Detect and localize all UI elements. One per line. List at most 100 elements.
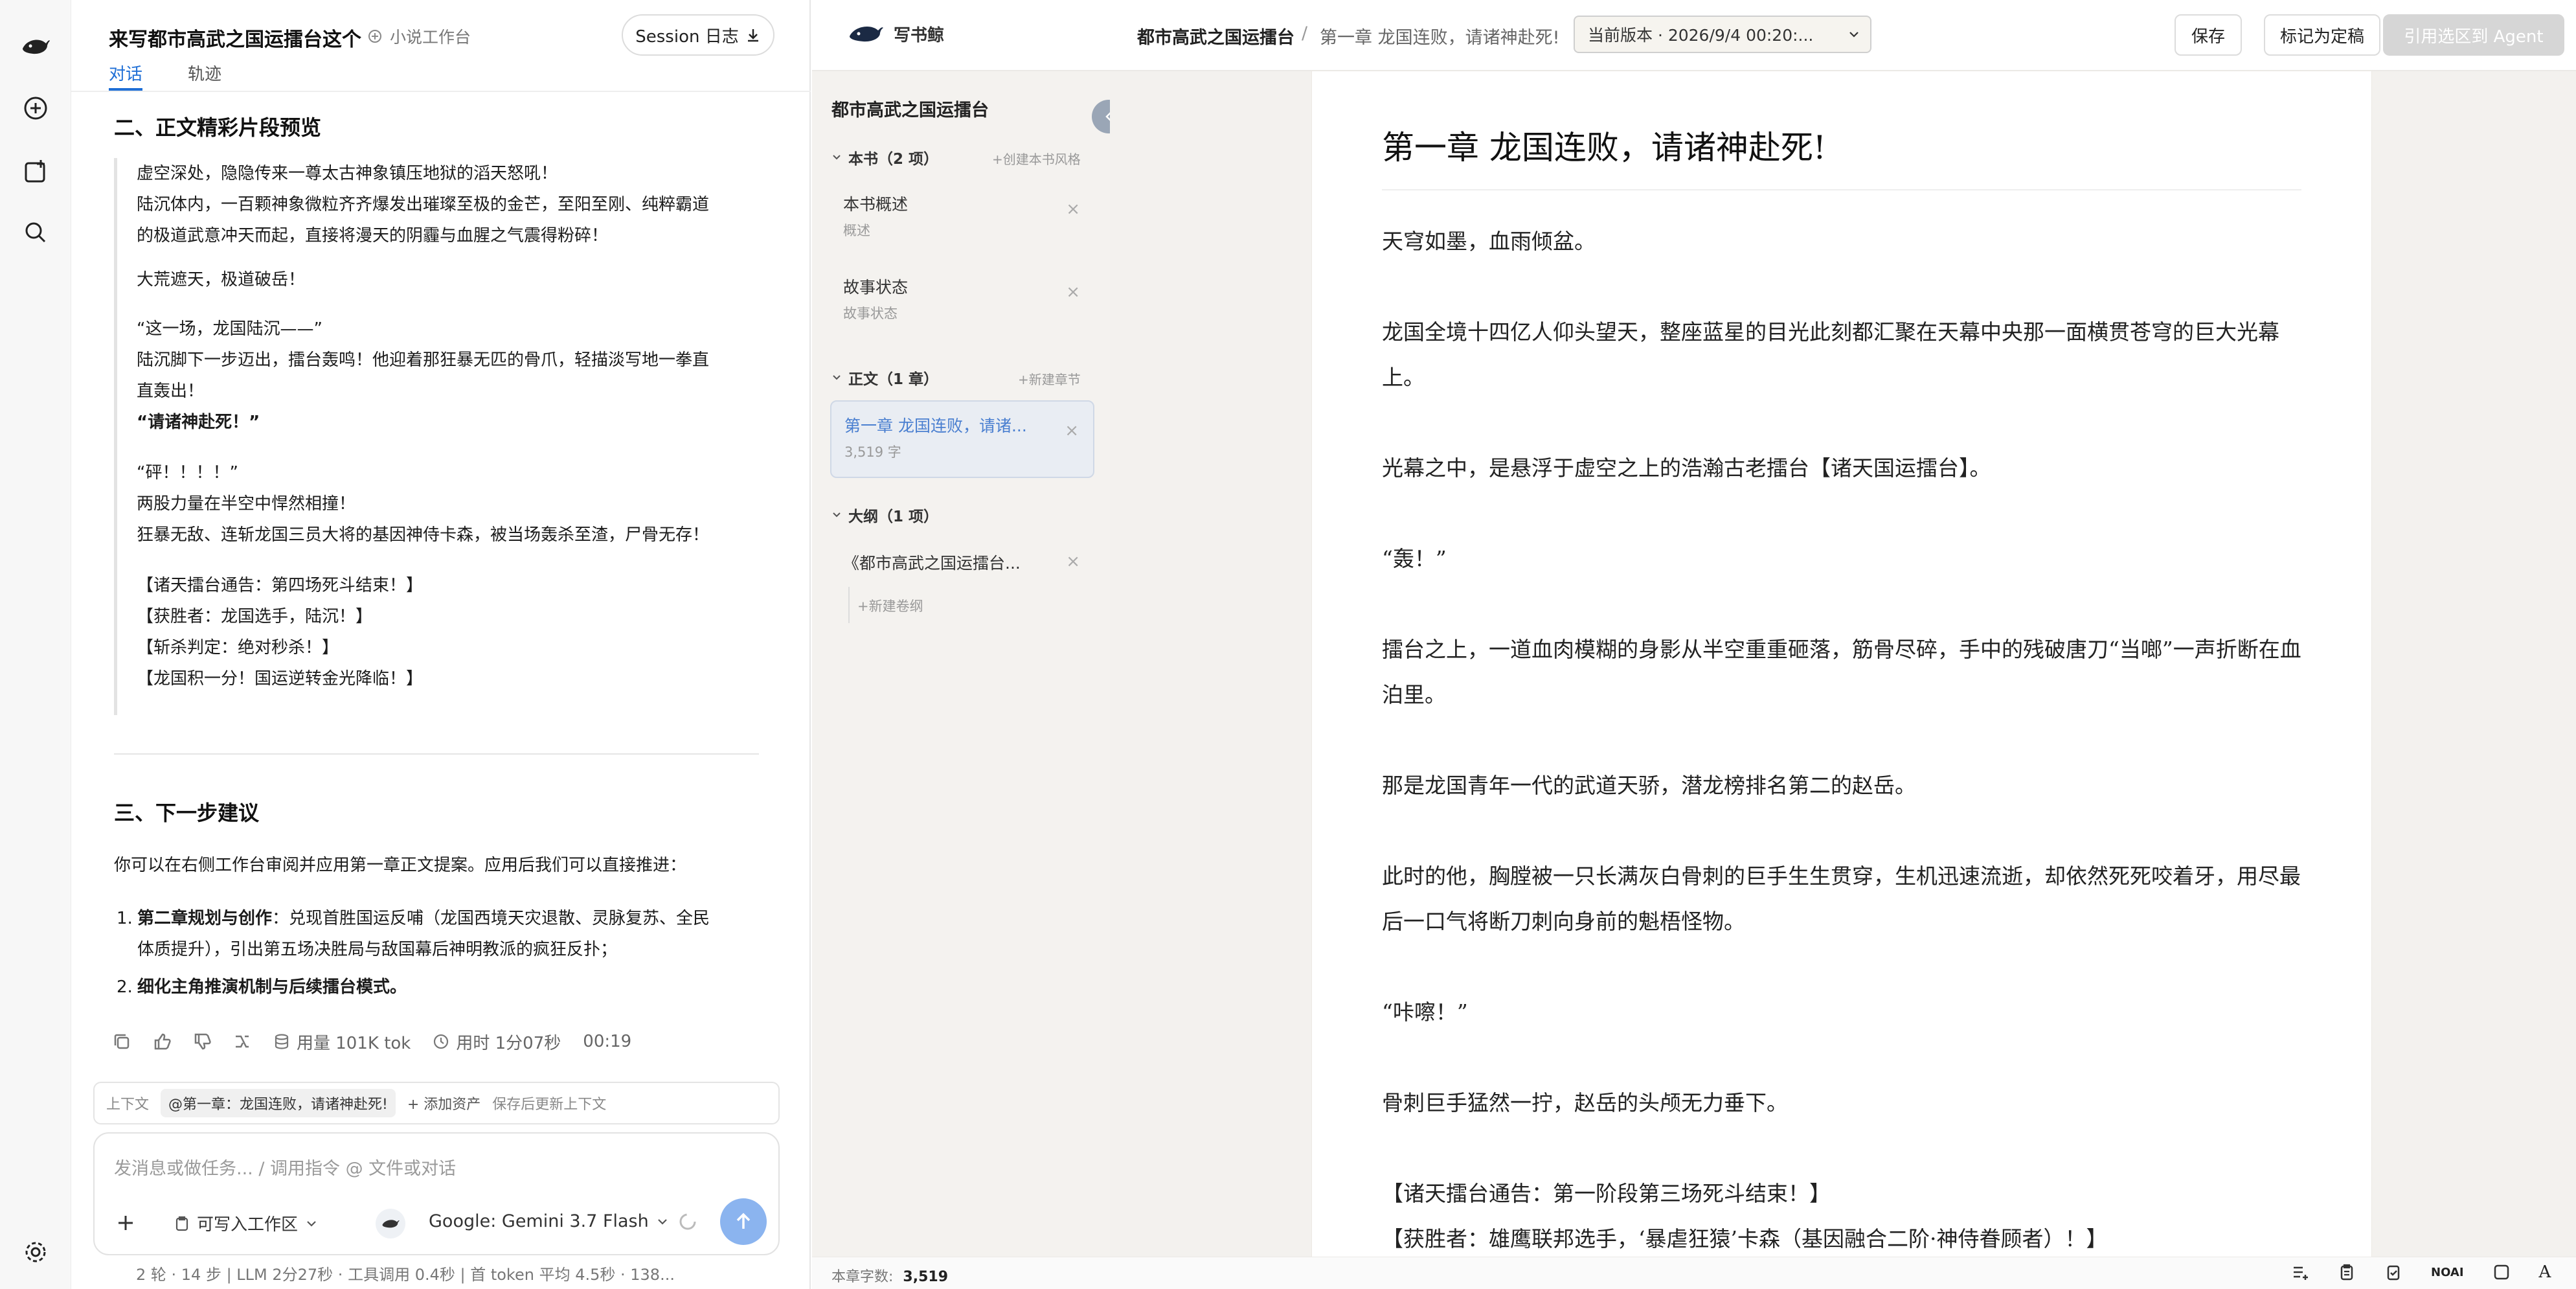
search-icon[interactable] bbox=[18, 215, 53, 250]
tree-line bbox=[848, 587, 850, 623]
new-volume-link[interactable]: +新建卷纲 bbox=[857, 596, 923, 615]
chapter-paragraph[interactable]: “轰！” bbox=[1382, 536, 2301, 582]
timestamp: 00:19 bbox=[583, 1032, 632, 1051]
chapter-paragraph[interactable]: 天穹如墨，血雨倾盆。 bbox=[1382, 219, 2301, 264]
list-number: 2. bbox=[117, 977, 133, 997]
mark-final-button[interactable]: 标记为定稿 bbox=[2264, 14, 2380, 56]
chevron-down-icon bbox=[833, 375, 841, 380]
close-icon[interactable]: × bbox=[1065, 421, 1079, 440]
word-count-label: 本章字数: bbox=[831, 1269, 894, 1285]
run-status-bar: 2 轮 · 14 步 | LLM 2分27秒 · 工具调用 0.4秒 | 首 t… bbox=[136, 1266, 675, 1284]
list-format-icon[interactable] bbox=[2291, 1263, 2309, 1281]
close-icon[interactable]: × bbox=[1066, 552, 1080, 571]
quote-line: 大荒遮天，极道破岳！ bbox=[137, 270, 306, 290]
context-bar: 上下文 @第一章：龙国连败，请诸神赴死! + 添加资产 保存后更新上下文 bbox=[93, 1082, 780, 1124]
quote-line: 的极道武意冲天而起，直接将漫天的阴霾与血腥之气震得粉碎！ bbox=[137, 226, 609, 245]
chevron-down-icon bbox=[833, 512, 841, 518]
chapter-paragraph[interactable]: 擂台之上，一道血肉模糊的身影从半空重重砸落，筋骨尽碎，手中的残破唐刀“当啷”一声… bbox=[1382, 627, 2301, 718]
noai-toggle[interactable]: NOAI bbox=[2431, 1266, 2464, 1279]
session-log-button[interactable]: Session 日志 bbox=[622, 14, 774, 56]
list-item-2: 细化主角推演机制与后续擂台模式。 bbox=[137, 977, 407, 997]
section3-heading: 三、下一步建议 bbox=[114, 801, 260, 825]
chapter-paragraph[interactable]: 骨刺巨手猛然一拧，赵岳的头颅无力垂下。 bbox=[1382, 1080, 2301, 1126]
chapter-paragraph[interactable]: 龙国全境十四亿人仰头望天，整座蓝星的目光此刻都汇聚在天幕中央那一面横贯苍穹的巨大… bbox=[1382, 310, 2301, 400]
thumbs-down-icon[interactable] bbox=[193, 1032, 211, 1051]
loading-spinner-icon bbox=[677, 1211, 698, 1232]
excerpt-quote-block: 虚空深处，隐隐传来一尊太古神象镇压地狱的滔天怒吼！ 陆沉体内，一百颗神象微粒齐齐… bbox=[114, 158, 762, 715]
new-chat-icon[interactable] bbox=[18, 91, 53, 126]
outline-item-overview[interactable]: 本书概述 概述 × bbox=[830, 180, 1094, 251]
thumbs-up-icon[interactable] bbox=[153, 1032, 171, 1051]
elapsed-text: 用时 1分07秒 bbox=[456, 1033, 561, 1053]
usage-text: 用量 101K tok bbox=[297, 1033, 411, 1053]
composer-input[interactable]: 发消息或做任务... / 调用指令 @ 文件或对话 bbox=[114, 1154, 456, 1180]
word-count-value: 3,519 bbox=[903, 1269, 949, 1285]
plus-icon bbox=[119, 1216, 133, 1230]
version-select[interactable]: 当前版本 · 2026/9/4 00:20:... bbox=[1574, 16, 1871, 53]
whale-logo-icon[interactable] bbox=[18, 29, 53, 63]
item-title: 第一章 龙国连败，请诸... bbox=[844, 416, 1027, 435]
workspace-icon bbox=[368, 30, 381, 43]
chapter-paragraph[interactable]: 【诸天擂台通告：第一阶段第三场死斗结束！】 bbox=[1382, 1171, 2301, 1216]
outline-item-chapter-1[interactable]: 第一章 龙国连败，请诸... 3,519 字 × bbox=[830, 400, 1094, 478]
attach-plus-button[interactable] bbox=[109, 1206, 142, 1240]
branch-icon[interactable] bbox=[233, 1032, 251, 1051]
agent-avatar[interactable] bbox=[376, 1209, 405, 1238]
writable-workspace-toggle[interactable]: 可写入工作区 bbox=[174, 1211, 319, 1235]
quote-line: “这一场，龙国陆沉——” bbox=[137, 319, 322, 339]
chapter-paragraph[interactable]: 此时的他，胸膛被一只长满灰白骨刺的巨手生生贯穿，生机迅速流逝，却依然死死咬着牙，… bbox=[1382, 854, 2301, 944]
close-icon[interactable]: × bbox=[1066, 200, 1080, 219]
section-divider bbox=[114, 753, 759, 755]
section-text-header[interactable]: 正文（1 章） bbox=[831, 367, 938, 389]
context-chip[interactable]: @第一章：龙国连败，请诸神赴死! bbox=[161, 1089, 396, 1117]
create-book-style-link[interactable]: +创建本书风格 bbox=[992, 149, 1081, 168]
save-button[interactable]: 保存 bbox=[2175, 14, 2242, 56]
quote-line-bold: “请诸神赴死！” bbox=[137, 413, 260, 432]
session-log-label: Session 日志 bbox=[635, 27, 739, 47]
chapter-page[interactable]: 第一章 龙国连败，请诸神赴死! 天穹如墨，血雨倾盆。 龙国全境十四亿人仰头望天，… bbox=[1312, 71, 2371, 1270]
close-icon[interactable]: × bbox=[1066, 282, 1080, 302]
workspace-tag-label: 小说工作台 bbox=[390, 28, 471, 47]
quote-selection-to-agent-button[interactable]: 引用选区到 Agent bbox=[2383, 14, 2564, 56]
editor-toolbar: 写书鲸 都市高武之国运擂台 / 第一章 龙国连败，请诸神赴死! 当前版本 · 2… bbox=[812, 0, 2576, 71]
section-outline-header[interactable]: 大纲（1 项） bbox=[831, 504, 938, 526]
brand-logo[interactable]: 写书鲸 bbox=[847, 21, 944, 47]
chapter-paragraph[interactable]: 光幕之中，是悬浮于虚空之上的浩瀚古老擂台【诸天国运擂台】。 bbox=[1382, 446, 2301, 491]
clipboard-icon[interactable] bbox=[2338, 1263, 2356, 1281]
tab-chat[interactable]: 对话 bbox=[109, 61, 142, 85]
breadcrumb-book[interactable]: 都市高武之国运擂台 bbox=[1137, 23, 1294, 49]
layout-icon[interactable] bbox=[2492, 1263, 2511, 1281]
outline-item-volume[interactable]: 《都市高武之国运擂台... × bbox=[830, 542, 1094, 586]
list-item-1-bold: 第二章规划与创作 bbox=[137, 909, 273, 928]
usage-stat: 用量 101K tok bbox=[273, 1030, 411, 1054]
add-folder-icon[interactable] bbox=[18, 154, 53, 189]
quote-line: 两股力量在半空中悍然相撞！ bbox=[137, 494, 356, 514]
chapter-paragraph[interactable]: 那是龙国青年一代的武道天骄，潜龙榜排名第二的赵岳。 bbox=[1382, 763, 2301, 808]
chapter-paragraph[interactable]: “咔嚓！” bbox=[1382, 990, 2301, 1035]
chapter-title[interactable]: 第一章 龙国连败，请诸神赴死! bbox=[1382, 122, 1826, 168]
model-selector[interactable]: Google: Gemini 3.7 Flash bbox=[429, 1211, 670, 1231]
download-icon bbox=[747, 29, 758, 42]
item-subtitle: 故事状态 bbox=[843, 306, 898, 321]
copy-icon[interactable] bbox=[113, 1032, 131, 1051]
left-rail bbox=[0, 0, 71, 1289]
new-chapter-link[interactable]: +新建章节 bbox=[1018, 369, 1081, 388]
outline-item-story-state[interactable]: 故事状态 故事状态 × bbox=[830, 263, 1094, 334]
message-composer[interactable]: 发消息或做任务... / 调用指令 @ 文件或对话 可写入工作区 Google:… bbox=[93, 1132, 780, 1255]
word-count: 本章字数: 3,519 bbox=[831, 1265, 948, 1286]
quote-line: 【斩杀判定：绝对秒杀！】 bbox=[137, 638, 339, 657]
quote-line: 【诸天擂台通告：第四场死斗结束！】 bbox=[137, 576, 424, 595]
tab-trace[interactable]: 轨迹 bbox=[188, 61, 221, 85]
context-label: 上下文 bbox=[106, 1097, 150, 1113]
item-subtitle: 概述 bbox=[843, 223, 870, 238]
app-window: 来写都市高武之国运擂台这个 小说工作台 Session 日志 对话 轨迹 二、正… bbox=[0, 0, 2576, 1289]
section-text-label: 正文（1 章） bbox=[848, 371, 939, 388]
breadcrumb-separator: / bbox=[1302, 23, 1308, 43]
clipboard-check-icon[interactable] bbox=[2384, 1263, 2402, 1281]
add-asset-button[interactable]: + 添加资产 bbox=[407, 1093, 480, 1113]
font-settings-button[interactable]: A bbox=[2539, 1262, 2551, 1282]
section-book-header[interactable]: 本书（2 项） bbox=[831, 146, 938, 168]
send-button[interactable] bbox=[720, 1198, 767, 1245]
workspace-tag[interactable]: 小说工作台 bbox=[367, 25, 471, 48]
settings-gear-icon[interactable] bbox=[18, 1235, 53, 1270]
